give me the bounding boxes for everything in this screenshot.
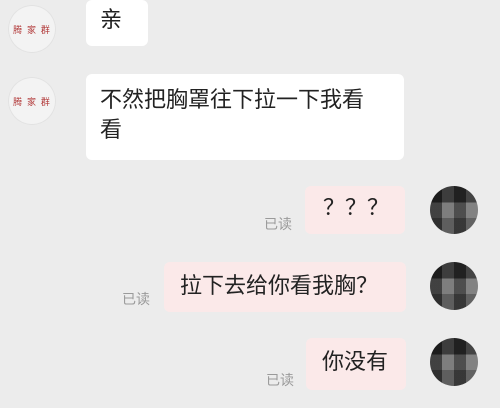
read-status: 已读 xyxy=(266,373,294,389)
incoming-message-bubble[interactable]: 不然把胸罩往下拉一下我看 看 xyxy=(86,74,404,160)
avatar-outgoing[interactable] xyxy=(430,262,478,310)
outgoing-message-bubble[interactable]: ？？？ xyxy=(305,186,405,234)
message-text: 拉下去给你看我胸？ xyxy=(180,274,379,299)
message-text-line: 不然把胸罩往下拉一下我看 xyxy=(100,88,365,113)
avatar-incoming[interactable]: 腾 家 群 xyxy=(8,5,56,53)
message-text-line: 看 xyxy=(100,118,123,143)
message-text: 你没有 xyxy=(322,350,389,375)
avatar-outgoing[interactable] xyxy=(430,186,478,234)
avatar-outgoing[interactable] xyxy=(430,338,478,386)
avatar-logo-text: 腾 家 群 xyxy=(13,97,51,108)
read-status: 已读 xyxy=(264,217,292,233)
avatar-logo-text: 腾 家 群 xyxy=(13,25,51,36)
incoming-message-bubble[interactable]: 亲 xyxy=(86,0,148,46)
message-text: ？？？ xyxy=(323,196,390,221)
message-text: 亲 xyxy=(100,8,123,33)
avatar-incoming[interactable]: 腾 家 群 xyxy=(8,77,56,125)
read-status: 已读 xyxy=(122,292,150,308)
outgoing-message-bubble[interactable]: 拉下去给你看我胸？ xyxy=(164,262,406,312)
outgoing-message-bubble[interactable]: 你没有 xyxy=(306,338,406,390)
